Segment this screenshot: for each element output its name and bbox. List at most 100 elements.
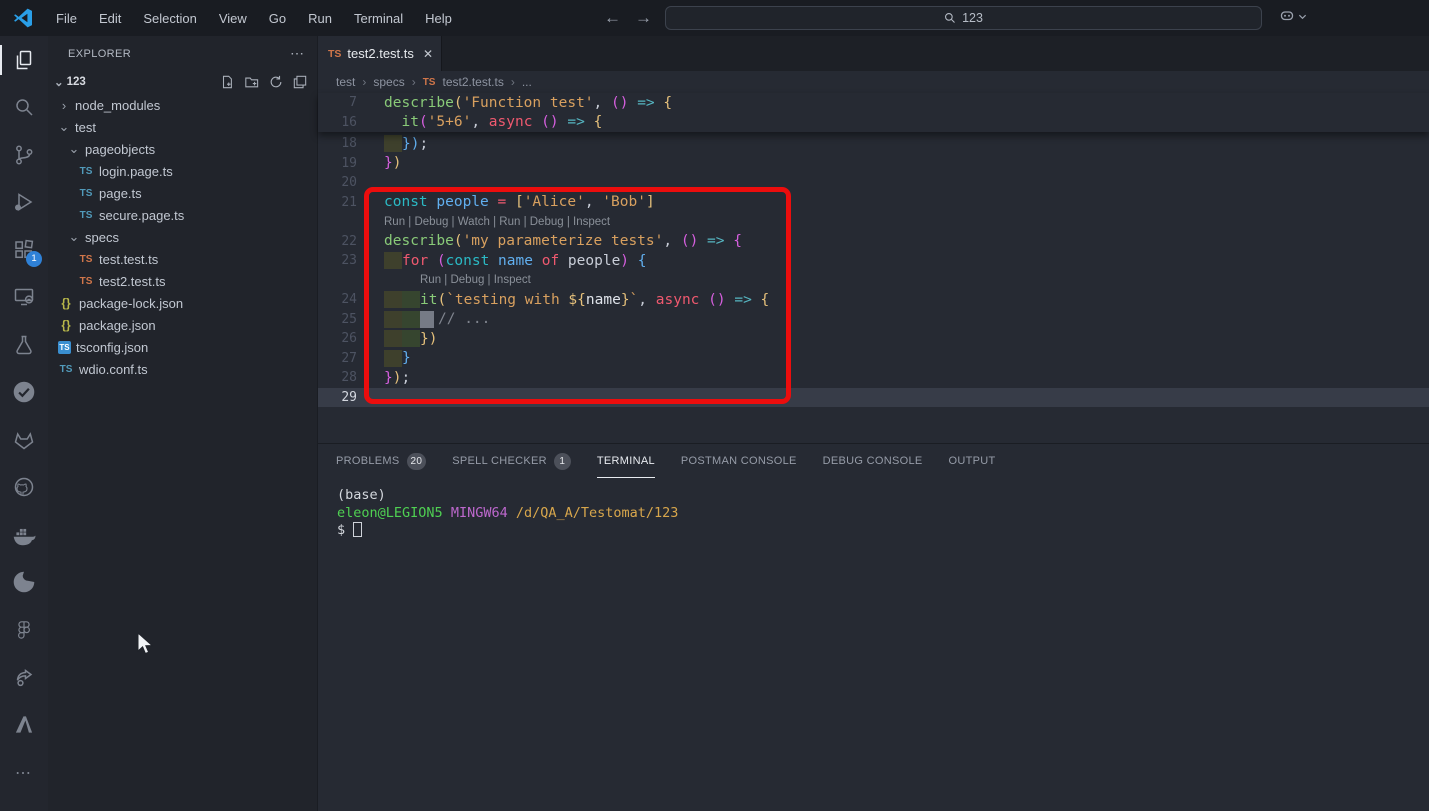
code-line-19: 19}) [318, 154, 1429, 174]
tree-item-login-page-ts[interactable]: TS login.page.ts [48, 160, 317, 182]
code-editor[interactable]: 7describe('Function test', () => {16 it(… [318, 93, 1429, 443]
tree-item-node-modules[interactable]: ›node_modules [48, 94, 317, 116]
activity-live-share-icon[interactable] [0, 654, 48, 702]
line-number: 20 [318, 175, 364, 190]
tab-test2-test-ts[interactable]: TS test2.test.ts ✕ [318, 36, 442, 71]
tree-item-package-lock-json[interactable]: {} package-lock.json [48, 292, 317, 314]
menu-help[interactable]: Help [416, 7, 461, 30]
menu-file[interactable]: File [47, 7, 86, 30]
codelens-row[interactable]: Run | Debug | Watch | Run | Debug | Insp… [318, 212, 1429, 232]
breadcrumb-item[interactable]: specs [373, 75, 404, 89]
sticky-scroll: 7describe('Function test', () => {16 it(… [318, 93, 1429, 132]
activity-azure-icon[interactable] [0, 701, 48, 749]
menu-run[interactable]: Run [299, 7, 341, 30]
panel-tab-debug-console[interactable]: DEBUG CONSOLE [823, 444, 923, 478]
panel-tab-badge: 1 [554, 453, 571, 470]
codelens-actions: Run | Debug | Watch | Run | Debug | Insp… [364, 216, 610, 228]
tree-item-package-json[interactable]: {}package.json [48, 314, 317, 336]
panel-tab-output[interactable]: OUTPUT [949, 444, 996, 478]
tree-item-specs[interactable]: ⌄specs [48, 226, 317, 248]
activity-extensions-icon[interactable]: 1 [0, 226, 48, 274]
copilot-menu[interactable] [1279, 8, 1307, 24]
menu-selection[interactable]: Selection [134, 7, 205, 30]
menu-view[interactable]: View [210, 7, 256, 30]
menu-terminal[interactable]: Terminal [345, 7, 412, 30]
activity-explorer-icon[interactable] [0, 36, 48, 84]
line-number: 16 [318, 115, 364, 130]
tree-item-label: wdio.conf.ts [79, 362, 148, 377]
file-type-icon: {} [58, 295, 74, 311]
tree-item-label: login.page.ts [99, 164, 173, 179]
file-type-icon: TS [78, 273, 94, 289]
tree-item-page-ts[interactable]: TSpage.ts [48, 182, 317, 204]
new-file-icon[interactable] [220, 75, 234, 89]
activity-search-icon[interactable] [0, 84, 48, 132]
activity-run-debug-icon[interactable] [0, 179, 48, 227]
activity-remote-explorer-icon[interactable] [0, 274, 48, 322]
line-number: 28 [318, 370, 364, 385]
tree-item-test2-test-ts[interactable]: TS test2.test.ts [48, 270, 317, 292]
code-line-26: 26}) [318, 329, 1429, 349]
collapse-all-icon[interactable] [293, 75, 307, 89]
forward-arrow-icon[interactable]: → [635, 8, 652, 28]
breadcrumb-item[interactable]: test [336, 75, 355, 89]
editor-tabs: TS test2.test.ts ✕ [318, 36, 1429, 71]
tree-item-label: package-lock.json [79, 296, 183, 311]
breadcrumb-item[interactable]: ... [522, 75, 532, 89]
panel-tab-problems[interactable]: PROBLEMS20 [336, 444, 426, 478]
file-type-icon: TS [78, 163, 94, 179]
typescript-file-icon: TS [328, 48, 341, 60]
line-number: 23 [318, 253, 364, 268]
activity-pie-extension-icon[interactable] [0, 559, 48, 607]
activity-testing-icon[interactable] [0, 321, 48, 369]
folder-section-header[interactable]: ⌄ 123 [48, 71, 317, 93]
code-line-28: 28}); [318, 368, 1429, 388]
activity-docker-icon[interactable] [0, 511, 48, 559]
tree-item-label: secure.page.ts [99, 208, 184, 223]
menu-edit[interactable]: Edit [90, 7, 130, 30]
command-center-search[interactable]: 123 [665, 6, 1262, 30]
refresh-icon[interactable] [269, 75, 283, 89]
file-type-icon: TS [78, 251, 94, 267]
line-number: 26 [318, 331, 364, 346]
activity-github-icon[interactable] [0, 464, 48, 512]
tree-item-test-test-ts[interactable]: TStest.test.ts [48, 248, 317, 270]
indent-highlight [384, 311, 402, 328]
activity-figma-icon[interactable] [0, 606, 48, 654]
panel-tab-spell-checker[interactable]: SPELL CHECKER1 [452, 444, 571, 478]
copilot-icon [1279, 8, 1295, 24]
tree-item-label: tsconfig.json [76, 340, 148, 355]
tree-item-wdio-conf-ts[interactable]: TSwdio.conf.ts [48, 358, 317, 380]
panel-tab-postman-console[interactable]: POSTMAN CONSOLE [681, 444, 797, 478]
activity-gitlab-icon[interactable] [0, 416, 48, 464]
tree-item-tsconfig-json[interactable]: TStsconfig.json [48, 336, 317, 358]
tree-item-test[interactable]: ⌄test [48, 116, 317, 138]
indent-highlight [420, 311, 434, 328]
terminal-line: eleon@LEGION5 MINGW64 /d/QA_A/Testomat/1… [337, 505, 1429, 523]
sidebar-more-actions[interactable]: ⋯ [290, 45, 305, 62]
back-arrow-icon[interactable]: ← [604, 8, 621, 28]
terminal-output[interactable]: (base)eleon@LEGION5 MINGW64 /d/QA_A/Test… [318, 478, 1429, 540]
breadcrumb-item[interactable]: test2.test.ts [442, 75, 503, 89]
menu-go[interactable]: Go [260, 7, 295, 30]
terminal-line: (base) [337, 487, 1429, 505]
panel-tab-label: TERMINAL [597, 444, 655, 478]
panel-tab-terminal[interactable]: TERMINAL [597, 444, 655, 478]
code-text: // ... [364, 311, 490, 328]
codelens-row[interactable]: Run | Debug | Inspect [318, 271, 1429, 291]
new-folder-icon[interactable] [244, 75, 259, 89]
tree-item-label: test2.test.ts [99, 274, 165, 289]
activity-source-control-icon[interactable] [0, 131, 48, 179]
tree-item-pageobjects[interactable]: ⌄pageobjects [48, 138, 317, 160]
code-text: }) [364, 330, 437, 347]
file-type-icon: TS [78, 207, 94, 223]
code-line-27: 27} [318, 349, 1429, 369]
chevron-down-icon: ⌄ [68, 229, 80, 245]
tree-item-secure-page-ts[interactable]: TS secure.page.ts [48, 204, 317, 226]
tree-item-label: test [75, 120, 96, 135]
bottom-panel: PROBLEMS20 SPELL CHECKER1 TERMINAL POSTMAN … [318, 443, 1429, 811]
close-tab-icon[interactable]: ✕ [423, 47, 433, 61]
breadcrumb-separator: › [511, 75, 515, 89]
activity-check-extension-icon[interactable] [0, 369, 48, 417]
activity-more[interactable]: ⋯ [0, 749, 48, 797]
